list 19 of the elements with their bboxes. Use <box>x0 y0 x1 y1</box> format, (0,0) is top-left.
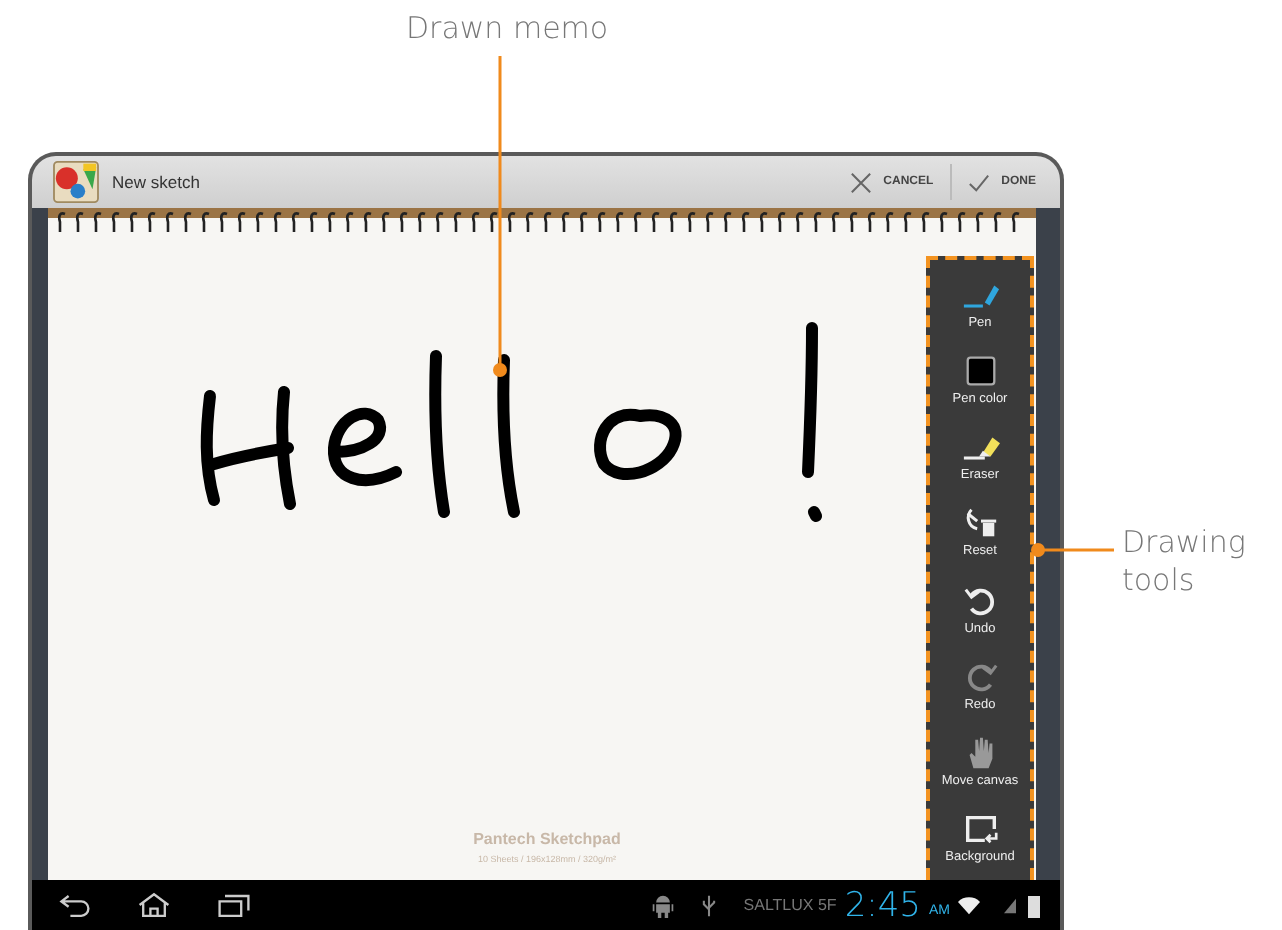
checkmark-icon <box>967 171 990 193</box>
battery-icon <box>1028 893 1040 917</box>
clock-time: 2:45 <box>844 885 921 925</box>
pad-brand-title: Pantech Sketchpad <box>473 830 621 848</box>
app-title: New sketch <box>112 172 200 192</box>
home-icon[interactable] <box>136 892 172 918</box>
back-icon[interactable] <box>56 892 92 918</box>
signal-icon <box>1004 893 1016 917</box>
color-swatch-icon <box>961 351 999 390</box>
android-icon <box>651 893 674 917</box>
close-icon <box>849 171 872 193</box>
callout-label: Drawn memo <box>406 10 609 48</box>
network-name: SALTLUX 5F <box>743 896 837 914</box>
wifi-icon <box>958 893 980 917</box>
sketchpad-app-icon <box>52 160 100 204</box>
recent-apps-icon[interactable] <box>216 892 252 918</box>
background-icon <box>961 810 999 849</box>
callout-label: Drawing tools <box>1122 524 1248 600</box>
usb-icon <box>697 893 720 917</box>
